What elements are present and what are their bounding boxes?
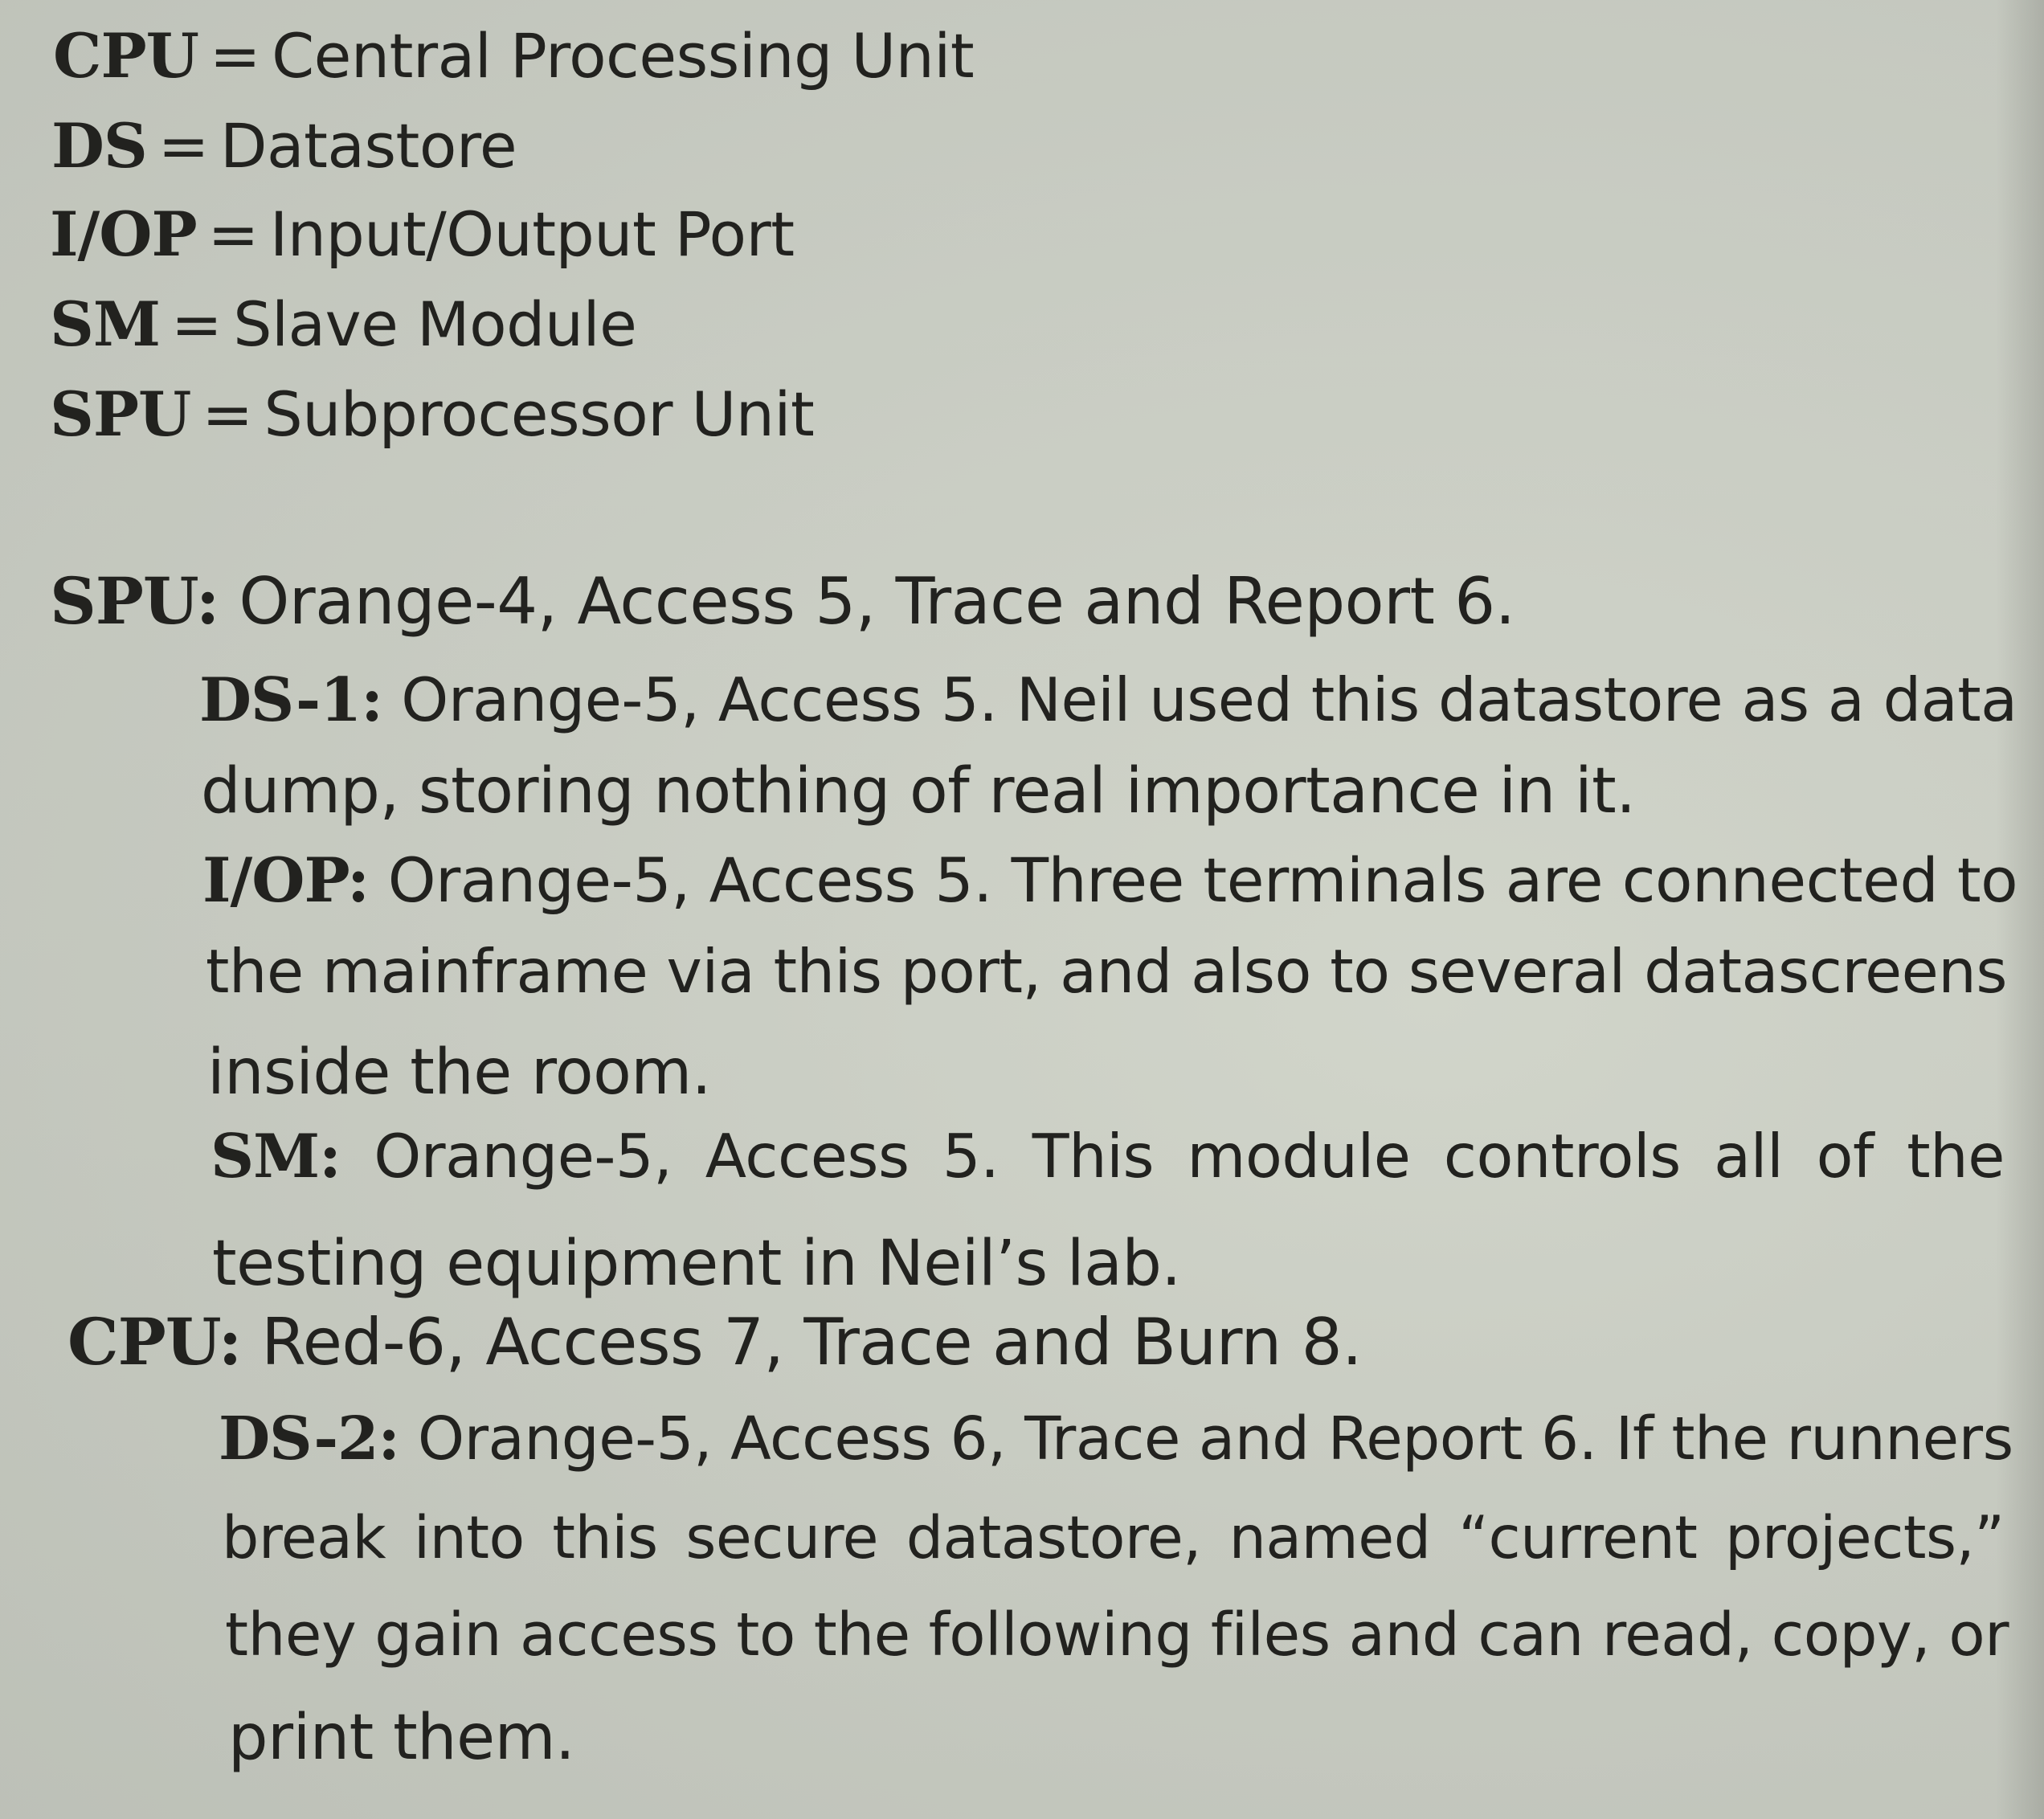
- entry-ds2-line-4: print them.: [228, 1702, 575, 1774]
- legend-equals: =: [207, 198, 260, 270]
- entry-ds2-line-1: DS-2: Orange-5, Access 6, Trace and Repo…: [219, 1409, 2013, 1469]
- entry-label: SM:: [211, 1121, 341, 1192]
- legend-equals: =: [157, 110, 210, 182]
- entry-text: Red-6, Access 7, Trace and Burn 8.: [261, 1305, 1363, 1380]
- entry-text: Orange-5, Access 6, Trace and Report 6. …: [417, 1404, 2013, 1474]
- legend-abbr: DS: [51, 110, 148, 182]
- entry-label: DS-2:: [219, 1404, 400, 1474]
- legend-meaning: Datastore: [219, 110, 517, 182]
- legend-item-iop: I/OP = Input/Output Port: [50, 204, 795, 265]
- legend-meaning: Subprocessor Unit: [264, 378, 815, 450]
- legend-item-sm: SM = Slave Module: [50, 294, 637, 355]
- legend-abbr: I/OP: [50, 198, 198, 270]
- book-page: CPU = Central Processing Unit DS = Datastore…: [0, 0, 2044, 1819]
- entry-ds2-line-3: they gain access to the following files …: [225, 1600, 2009, 1670]
- page-text: CPU = Central Processing Unit DS = Datastore…: [0, 0, 2044, 1819]
- entry-label: DS-1:: [199, 664, 383, 735]
- entry-text: Orange-5, Access 5. Neil used this datas…: [401, 664, 2017, 735]
- entry-iop-line-3: inside the room.: [207, 1036, 712, 1109]
- entry-spu: SPU: Orange-4, Access 5, Trace and Repor…: [50, 569, 1515, 634]
- legend-abbr: SM: [50, 288, 161, 360]
- legend-equals: =: [202, 378, 253, 450]
- legend-meaning: Slave Module: [233, 288, 637, 360]
- entry-label: SPU:: [50, 563, 219, 639]
- entry-sm-line-2: testing equipment in Neil’s lab.: [212, 1228, 1181, 1300]
- entry-iop-line-1: I/OP: Orange-5, Access 5. Three terminal…: [202, 850, 2018, 911]
- legend-item-cpu: CPU = Central Processing Unit: [53, 26, 975, 87]
- entry-ds2-line-2: break into this secure datastore, named …: [222, 1504, 2005, 1572]
- legend-equals: =: [171, 288, 223, 360]
- legend-item-spu: SPU = Subprocessor Unit: [50, 384, 815, 445]
- entry-ds1-line-2: dump, storing nothing of real importance…: [201, 755, 1636, 828]
- entry-text: Orange-5, Access 5. Three terminals are …: [387, 844, 2018, 916]
- legend-equals: =: [209, 20, 261, 92]
- entry-cpu: CPU: Red-6, Access 7, Trace and Burn 8.: [67, 1310, 1363, 1375]
- legend-meaning: Input/Output Port: [269, 198, 795, 270]
- legend-item-ds: DS = Datastore: [51, 116, 517, 177]
- entry-label: I/OP:: [202, 844, 370, 916]
- legend-meaning: Central Processing Unit: [272, 20, 975, 92]
- legend-abbr: CPU: [53, 20, 199, 92]
- entry-text: Orange-4, Access 5, Trace and Report 6.: [239, 564, 1515, 639]
- entry-iop-line-2: the mainframe via this port, and also to…: [206, 936, 2007, 1007]
- legend-abbr: SPU: [50, 378, 191, 450]
- entry-ds1-line-1: DS-1: Orange-5, Access 5. Neil used this…: [199, 670, 2017, 730]
- entry-sm-line-1: SM: Orange-5, Access 5. This module cont…: [211, 1126, 2005, 1187]
- entry-text: Orange-5, Access 5. This module controls…: [374, 1121, 2005, 1192]
- entry-label: CPU:: [67, 1304, 242, 1380]
